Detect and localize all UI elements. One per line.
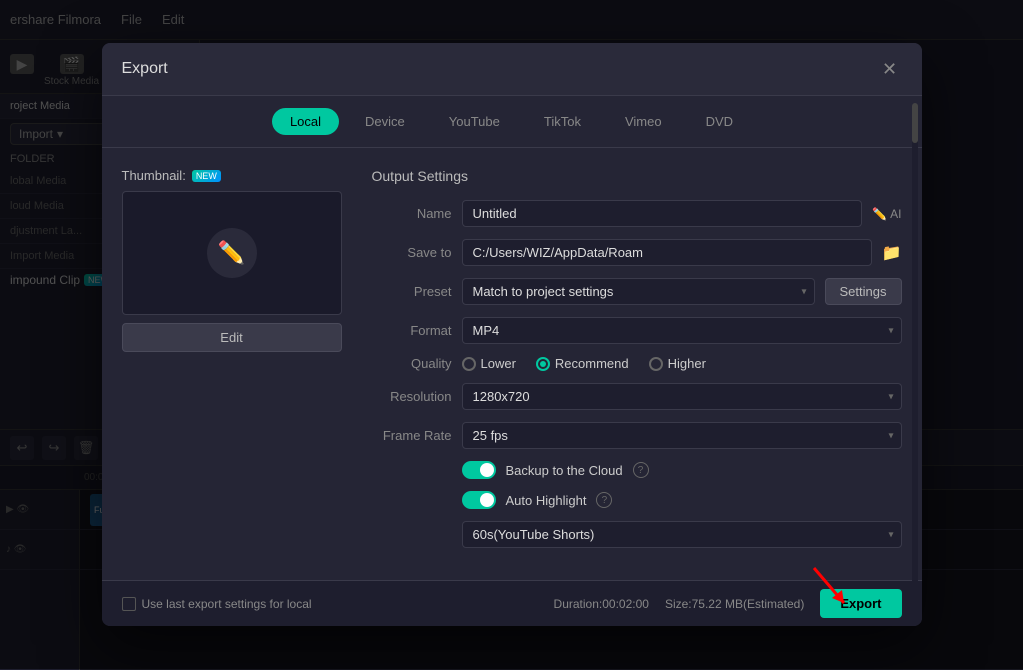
thumbnail-preview: ✏️ bbox=[122, 191, 342, 315]
quality-higher-label: Higher bbox=[668, 356, 706, 371]
preset-row: Preset Match to project settings ▾ Setti… bbox=[372, 278, 902, 305]
save-to-input[interactable] bbox=[462, 239, 872, 266]
frame-rate-row: Frame Rate 25 fps ▾ bbox=[372, 422, 902, 449]
resolution-row: Resolution 1280x720 ▾ bbox=[372, 383, 902, 410]
format-select[interactable]: MP4 bbox=[462, 317, 902, 344]
preset-label: Preset bbox=[372, 284, 452, 299]
thumbnail-new-badge: NEW bbox=[192, 170, 221, 182]
scrollbar-thumb bbox=[912, 103, 918, 143]
folder-browse-button[interactable]: 📁 bbox=[882, 243, 902, 263]
auto-highlight-label: Auto Highlight bbox=[506, 493, 587, 508]
name-input[interactable] bbox=[462, 200, 863, 227]
quality-higher-radio bbox=[649, 357, 663, 371]
frame-rate-select[interactable]: 25 fps bbox=[462, 422, 902, 449]
size-info: Size:75.22 MB(Estimated) bbox=[665, 597, 804, 611]
modal-overlay: Export ✕ Local Device YouTube TikTok Vim… bbox=[0, 0, 1023, 669]
dialog-header: Export ✕ bbox=[102, 43, 922, 96]
format-row: Format MP4 ▾ bbox=[372, 317, 902, 344]
name-row: Name ✏️ AI bbox=[372, 200, 902, 227]
tab-bar: Local Device YouTube TikTok Vimeo DVD bbox=[102, 96, 922, 148]
ai-label: AI bbox=[890, 207, 901, 221]
frame-rate-label: Frame Rate bbox=[372, 428, 452, 443]
export-button[interactable]: Export bbox=[820, 589, 901, 618]
dialog-scrollbar[interactable] bbox=[912, 103, 918, 586]
auto-highlight-toggle[interactable] bbox=[462, 491, 496, 509]
use-last-settings-checkbox[interactable] bbox=[122, 597, 136, 611]
quality-recommend-label: Recommend bbox=[555, 356, 629, 371]
quality-lower-label: Lower bbox=[481, 356, 516, 371]
tab-youtube[interactable]: YouTube bbox=[431, 108, 518, 135]
backup-cloud-toggle[interactable] bbox=[462, 461, 496, 479]
tab-local[interactable]: Local bbox=[272, 108, 339, 135]
preset-select-wrapper: Match to project settings ▾ bbox=[462, 278, 815, 305]
tab-vimeo[interactable]: Vimeo bbox=[607, 108, 680, 135]
tab-device[interactable]: Device bbox=[347, 108, 423, 135]
frame-rate-select-wrapper: 25 fps ▾ bbox=[462, 422, 902, 449]
quality-recommend-option[interactable]: Recommend bbox=[536, 356, 629, 371]
export-dialog: Export ✕ Local Device YouTube TikTok Vim… bbox=[102, 43, 922, 626]
quality-lower-option[interactable]: Lower bbox=[462, 356, 516, 371]
thumbnail-label-text: Thumbnail: bbox=[122, 168, 186, 183]
quality-label: Quality bbox=[372, 356, 452, 371]
backup-cloud-row: Backup to the Cloud ? bbox=[372, 461, 902, 479]
quality-lower-radio bbox=[462, 357, 476, 371]
highlight-duration-select[interactable]: 60s(YouTube Shorts) bbox=[462, 521, 902, 548]
backup-cloud-label: Backup to the Cloud bbox=[506, 463, 623, 478]
close-button[interactable]: ✕ bbox=[878, 57, 902, 81]
thumbnail-panel: Thumbnail: NEW ✏️ Edit bbox=[122, 168, 342, 560]
preset-select[interactable]: Match to project settings bbox=[462, 278, 815, 305]
auto-highlight-row: Auto Highlight ? bbox=[372, 491, 902, 509]
edit-thumbnail-button[interactable]: Edit bbox=[122, 323, 342, 352]
save-to-row: Save to 📁 bbox=[372, 239, 902, 266]
tab-dvd[interactable]: DVD bbox=[688, 108, 751, 135]
ai-icon: ✏️ bbox=[872, 207, 887, 221]
edit-ai-button[interactable]: ✏️ AI bbox=[872, 207, 901, 221]
output-settings-title: Output Settings bbox=[372, 168, 902, 184]
quality-higher-option[interactable]: Higher bbox=[649, 356, 706, 371]
highlight-duration-wrapper: 60s(YouTube Shorts) ▾ bbox=[462, 521, 902, 548]
duration-info: Duration:00:02:00 bbox=[554, 597, 649, 611]
format-label: Format bbox=[372, 323, 452, 338]
quality-radio-group: Lower Recommend Higher bbox=[462, 356, 706, 371]
format-select-wrapper: MP4 ▾ bbox=[462, 317, 902, 344]
name-label: Name bbox=[372, 206, 452, 221]
use-last-settings-row: Use last export settings for local bbox=[122, 597, 312, 611]
settings-panel: Output Settings Name ✏️ AI Save to 📁 bbox=[372, 168, 902, 560]
resolution-select-wrapper: 1280x720 ▾ bbox=[462, 383, 902, 410]
use-last-settings-label: Use last export settings for local bbox=[142, 597, 312, 611]
highlight-duration-row: 60s(YouTube Shorts) ▾ bbox=[372, 521, 902, 548]
auto-highlight-help[interactable]: ? bbox=[596, 492, 612, 508]
backup-cloud-help[interactable]: ? bbox=[633, 462, 649, 478]
dialog-body: Thumbnail: NEW ✏️ Edit Output Settings N… bbox=[102, 148, 922, 580]
quality-recommend-radio bbox=[536, 357, 550, 371]
save-to-label: Save to bbox=[372, 245, 452, 260]
settings-button[interactable]: Settings bbox=[825, 278, 902, 305]
thumbnail-label-row: Thumbnail: NEW bbox=[122, 168, 342, 183]
dialog-bottom-bar: Use last export settings for local Durat… bbox=[102, 580, 922, 626]
thumbnail-icon: ✏️ bbox=[207, 228, 257, 278]
tab-tiktok[interactable]: TikTok bbox=[526, 108, 599, 135]
dialog-title: Export bbox=[122, 60, 168, 78]
quality-row: Quality Lower Recommend Higher bbox=[372, 356, 902, 371]
resolution-select[interactable]: 1280x720 bbox=[462, 383, 902, 410]
resolution-label: Resolution bbox=[372, 389, 452, 404]
